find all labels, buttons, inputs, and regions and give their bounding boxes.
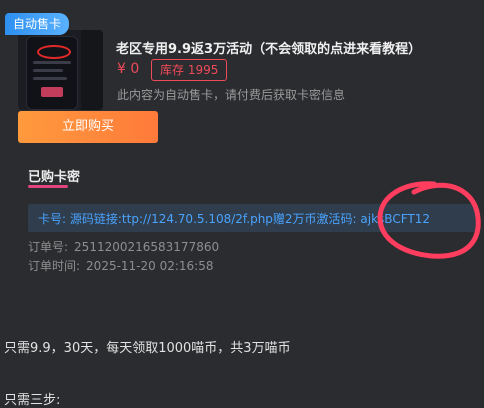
thumbnail-button [41, 87, 63, 97]
content-line-2: 只需三步: [4, 393, 61, 408]
order-number-label: 订单号: [28, 240, 69, 254]
buy-now-button[interactable]: 立即购买 [18, 111, 158, 143]
purchased-cards-title: 已购卡密 [28, 170, 81, 185]
order-time: 订单时间: 2025-11-20 02:16:58 [28, 257, 214, 274]
section-underline [28, 185, 68, 188]
thumbnail-highlight-circle [37, 45, 71, 59]
product-price: ¥ 0 [117, 61, 140, 77]
order-time-value: 2025-11-20 02:16:58 [86, 259, 214, 273]
thumbnail-line [33, 69, 63, 72]
page: 自动售卡 老区专用9.9返3万活动（不会领取的点进来看教程） ¥ 0 库存 19… [0, 0, 484, 408]
card-key-row: 卡号: 源码链接:ttp://124.70.5.108/2f.php赠2万币激活… [28, 204, 476, 232]
product-thumbnail[interactable] [18, 30, 103, 110]
thumbnail-phone-image [26, 36, 78, 110]
content-line-1: 只需9.9，30天，每天领取1000喵币，共3万喵币 [4, 341, 291, 356]
auto-sell-badge: 自动售卡 [5, 13, 70, 35]
thumbnail-line [33, 61, 71, 64]
thumbnail-line [33, 77, 67, 80]
card-key-label: 卡号: [38, 212, 67, 226]
order-number: 订单号: 2511200216583177860 [28, 238, 219, 255]
product-description: 此内容为自动售卡，请付费后获取卡密信息 [117, 88, 346, 102]
product-title: 老区专用9.9返3万活动（不会领取的点进来看教程） [116, 42, 422, 57]
card-key-value[interactable]: 源码链接:ttp://124.70.5.108/2f.php赠2万币激活码: a… [70, 212, 430, 226]
order-number-value: 2511200216583177860 [74, 240, 220, 254]
stock-badge: 库存 1995 [151, 59, 228, 81]
thumbnail-dark-panel [81, 30, 103, 110]
order-time-label: 订单时间: [28, 259, 81, 273]
card-key-text[interactable]: 卡号: 源码链接:ttp://124.70.5.108/2f.php赠2万币激活… [38, 210, 430, 227]
